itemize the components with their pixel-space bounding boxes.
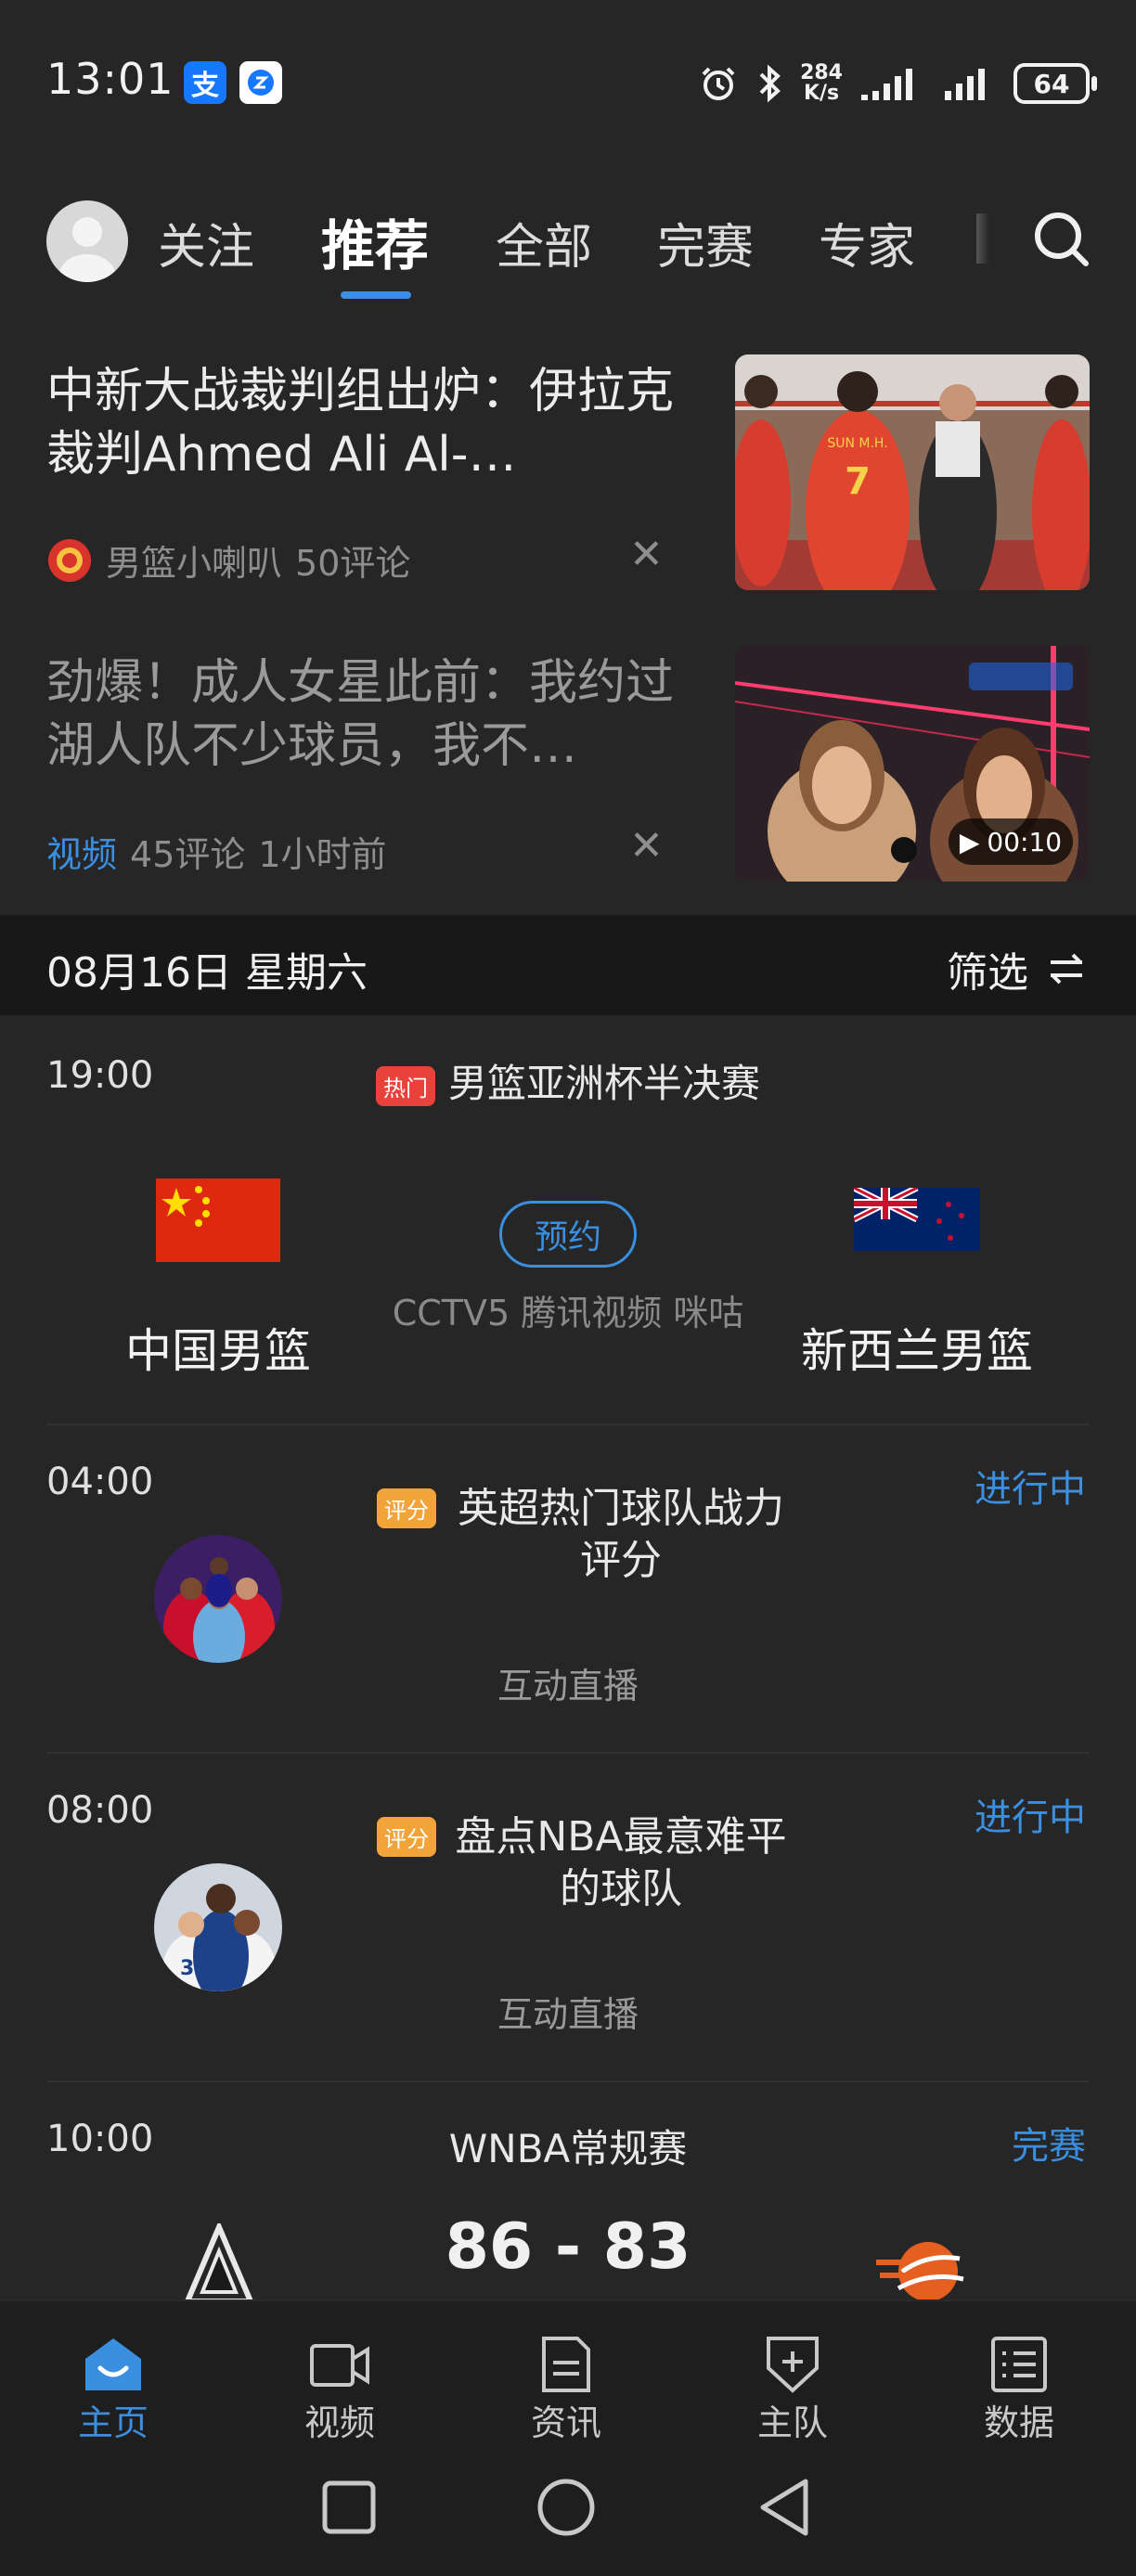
tab-all[interactable]: 全部 xyxy=(496,208,592,277)
news-title[interactable]: 劲爆！成人女星此前：我约过湖人队不少球员，我不… xyxy=(46,651,696,778)
match-card[interactable]: 04:00 进行中 评分 英超热门球队战力评分 互动直播 xyxy=(0,1425,1136,1752)
tab-follow[interactable]: 关注 xyxy=(158,208,254,277)
match-title: WNBA常规赛 xyxy=(448,2126,688,2171)
news-meta: 男篮小喇叭 50评论 xyxy=(46,535,410,586)
net-speed: 284 K/s xyxy=(800,61,843,105)
battery-indicator: 64 xyxy=(1013,63,1097,104)
status-indicators: 284 K/s 64 xyxy=(698,56,1097,111)
status-time: 13:01 xyxy=(46,54,174,104)
china-flag-icon xyxy=(156,1179,280,1262)
app-notification-icon xyxy=(239,61,282,104)
schedule-date: 08月16日 星期六 xyxy=(46,949,368,997)
top-tab-bar: 关注 推荐 全部 完赛 专家 xyxy=(0,167,1136,325)
hot-badge: 热门 xyxy=(375,1066,435,1106)
news-source: 男篮小喇叭 xyxy=(106,543,283,584)
rating-badge: 评分 xyxy=(377,1817,436,1857)
bluetooth-icon xyxy=(759,64,781,103)
live-label: 互动直播 xyxy=(497,1666,639,1707)
play-icon: ▶ xyxy=(959,826,980,857)
live-label: 互动直播 xyxy=(497,1994,639,2035)
premier-league-team-image xyxy=(154,1535,282,1663)
svg-text:SUN M.H.: SUN M.H. xyxy=(827,436,887,451)
rating-badge: 评分 xyxy=(377,1488,436,1528)
match-title: 男篮亚洲杯半决赛 xyxy=(447,1061,760,1106)
system-navigation-bar xyxy=(0,2439,1136,2576)
nav-video[interactable]: 视频 xyxy=(226,2301,453,2443)
shield-plus-icon xyxy=(767,2337,819,2393)
signal-icon-2 xyxy=(945,69,985,100)
search-icon[interactable] xyxy=(1025,202,1099,277)
video-thumbnail[interactable]: ▶ 00:10 xyxy=(735,646,1090,882)
nav-news[interactable]: 资讯 xyxy=(453,2301,679,2443)
tab-overflow-fade xyxy=(976,213,989,264)
filter-button[interactable]: 筛选 xyxy=(947,939,1086,998)
alipay-icon: 支 xyxy=(184,61,226,104)
document-icon xyxy=(542,2337,590,2392)
home-team-name: 中国男篮 xyxy=(125,1324,311,1378)
match-time: 04:00 xyxy=(46,1461,154,1503)
home-icon xyxy=(85,2338,141,2390)
news-item[interactable]: 劲爆！成人女星此前：我约过湖人队不少球员，我不… 视频 45评论 1小时前 ✕ … xyxy=(0,646,1136,939)
svg-text:7: 7 xyxy=(845,460,871,503)
active-tab-indicator xyxy=(341,291,411,299)
nba-team-image: 30 xyxy=(154,1863,282,1991)
nav-data[interactable]: 数据 xyxy=(906,2301,1132,2443)
match-status: 进行中 xyxy=(975,1797,1086,1839)
close-icon[interactable]: ✕ xyxy=(629,531,664,578)
reserve-button[interactable]: 预约 xyxy=(499,1201,637,1268)
filter-icon xyxy=(1051,953,1082,985)
news-meta: 视频 45评论 1小时前 xyxy=(46,826,387,877)
home-circle-icon[interactable] xyxy=(536,2478,596,2537)
match-card[interactable]: 08:00 进行中 评分 盘点NBA最意难平的球队 30 互动直播 xyxy=(0,1754,1136,2080)
recent-apps-icon[interactable] xyxy=(321,2479,377,2535)
match-status: 进行中 xyxy=(975,1468,1086,1511)
match-title: 英超热门球队战力评分 xyxy=(458,1485,784,1584)
news-comments: 50评论 xyxy=(295,543,411,584)
video-duration-badge: ▶ 00:10 xyxy=(949,818,1073,865)
nav-home[interactable]: 主页 xyxy=(0,2301,226,2443)
news-title[interactable]: 中新大战裁判组出炉：伊拉克裁判Ahmed Ali Al-… xyxy=(46,360,696,486)
source-logo-icon xyxy=(48,538,91,582)
user-avatar[interactable] xyxy=(46,200,128,282)
news-comments: 45评论 xyxy=(130,834,246,875)
tab-recommend[interactable]: 推荐 xyxy=(321,202,429,280)
video-camera-icon xyxy=(310,2344,369,2387)
nav-team[interactable]: 主队 xyxy=(679,2301,906,2443)
list-data-icon xyxy=(991,2337,1047,2392)
svg-text:30: 30 xyxy=(180,1957,209,1980)
alarm-icon xyxy=(702,67,735,100)
match-title-row: 热门 男篮亚洲杯半决赛 xyxy=(0,1052,1136,1109)
status-bar: 13:01 支 284 K/s 64 xyxy=(0,0,1136,167)
match-title: 盘点NBA最意难平的球队 xyxy=(455,1813,787,1913)
close-icon[interactable]: ✕ xyxy=(629,822,664,869)
match-status: 完赛 xyxy=(1012,2125,1086,2168)
news-item[interactable]: 中新大战裁判组出炉：伊拉克裁判Ahmed Ali Al-… 男篮小喇叭 50评论… xyxy=(0,354,1136,648)
bottom-nav-bar: 主页 视频 资讯 主队 数据 xyxy=(0,2299,1136,2443)
match-time: 08:00 xyxy=(46,1789,154,1832)
new-zealand-flag-icon xyxy=(852,1184,980,1251)
news-tag-video: 视频 xyxy=(46,834,118,875)
news-time: 1小时前 xyxy=(258,834,387,875)
tab-expert[interactable]: 专家 xyxy=(819,208,915,277)
news-thumbnail[interactable]: 7 SUN M.H. xyxy=(735,354,1090,590)
date-bar: 08月16日 星期六 筛选 xyxy=(0,915,1136,1015)
signal-icon-1 xyxy=(861,69,912,100)
back-icon[interactable] xyxy=(757,2478,813,2537)
match-card[interactable]: 10:00 WNBA常规赛 完赛 86 - 83 xyxy=(0,2082,1136,2299)
tab-finished[interactable]: 完赛 xyxy=(657,208,754,277)
match-card[interactable]: 19:00 热门 男篮亚洲杯半决赛 预约 CCTV5 腾讯视频 咪咕 中国男篮 新… xyxy=(0,1015,1136,1423)
away-team-name: 新西兰男篮 xyxy=(801,1324,1033,1378)
mercury-logo-icon xyxy=(871,2235,971,2299)
